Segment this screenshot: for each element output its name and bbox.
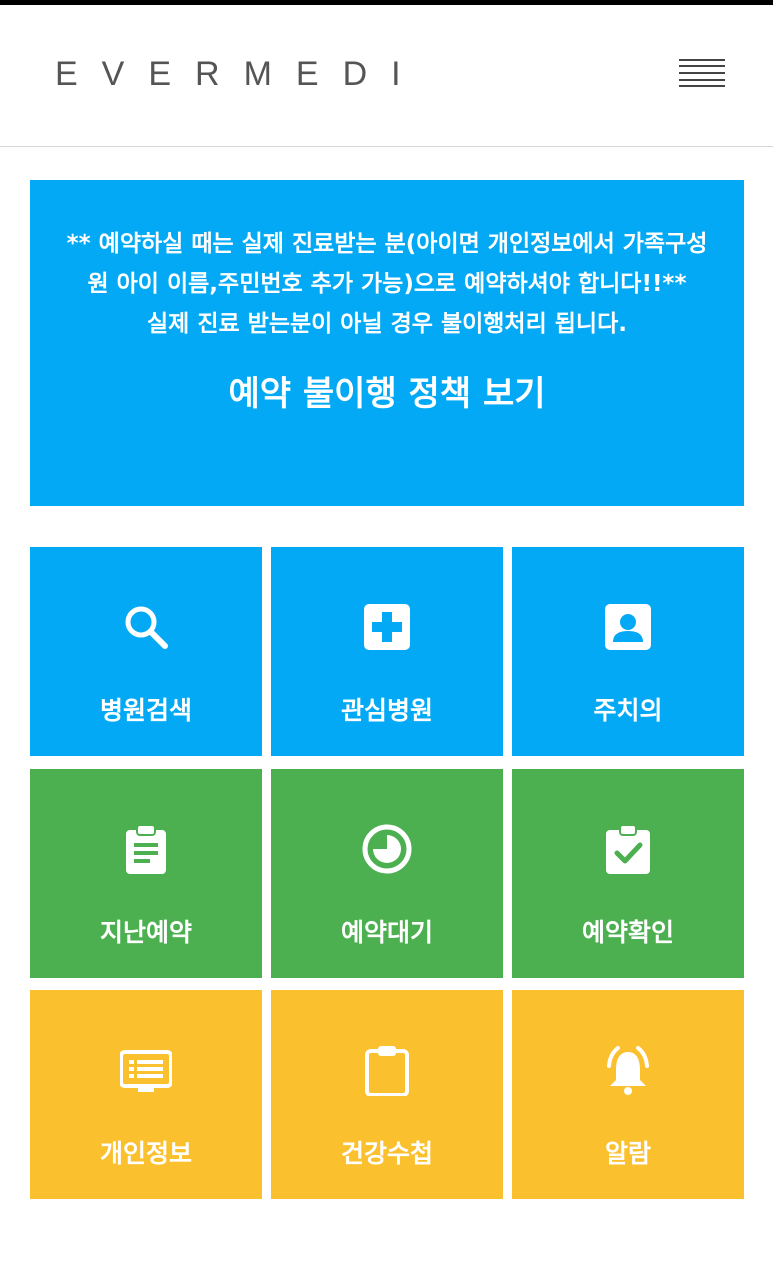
health-notebook-tile[interactable]: 건강수첩 (271, 990, 503, 1199)
past-reservations-tile[interactable]: 지난예약 (30, 769, 262, 978)
tile-label: 병원검색 (99, 696, 192, 725)
favorite-hospital-tile[interactable]: 관심병원 (271, 547, 503, 756)
tile-label: 예약확인 (581, 918, 674, 947)
notice-warning: 실제 진료 받는분이 아닐 경우 불이행처리 됩니다. (147, 311, 627, 337)
reservation-notice-banner: ** 예약하실 때는 실제 진료받는 분(아이면 개인정보에서 가족구성원 아이… (30, 180, 744, 506)
menu-grid: 병원검색 관심병원 주치의 지난예약 예약대기 예약확인 개인정보 건강수첩 알… (30, 547, 744, 1200)
tile-label: 건강수첩 (340, 1139, 433, 1168)
id-card-icon (120, 1044, 172, 1096)
search-icon (120, 601, 172, 653)
tile-label: 지난예약 (99, 918, 192, 947)
tile-label: 예약대기 (340, 918, 433, 947)
clock-timer-icon (361, 823, 413, 875)
clipboard-list-icon (120, 823, 172, 875)
no-show-policy-link[interactable]: 예약 불이행 정책 보기 (60, 370, 714, 418)
medical-plus-icon (361, 601, 413, 653)
clipboard-check-icon (602, 823, 654, 875)
alarm-tile[interactable]: 알람 (512, 990, 744, 1199)
hamburger-menu-icon[interactable] (679, 59, 725, 89)
alarm-bell-icon (602, 1044, 654, 1096)
reservation-waiting-tile[interactable]: 예약대기 (271, 769, 503, 978)
personal-info-tile[interactable]: 개인정보 (30, 990, 262, 1199)
doctor-profile-icon (602, 601, 654, 653)
clipboard-icon (361, 1044, 413, 1096)
app-header: EVERMEDI (0, 5, 773, 147)
reservation-confirm-tile[interactable]: 예약확인 (512, 769, 744, 978)
tile-label: 개인정보 (99, 1139, 192, 1168)
tile-label: 주치의 (593, 696, 663, 725)
app-logo[interactable]: EVERMEDI (55, 57, 425, 91)
hospital-search-tile[interactable]: 병원검색 (30, 547, 262, 756)
tile-label: 알람 (604, 1139, 651, 1168)
tile-label: 관심병원 (340, 696, 433, 725)
primary-doctor-tile[interactable]: 주치의 (512, 547, 744, 756)
notice-text: ** 예약하실 때는 실제 진료받는 분(아이면 개인정보에서 가족구성원 아이… (66, 231, 708, 297)
